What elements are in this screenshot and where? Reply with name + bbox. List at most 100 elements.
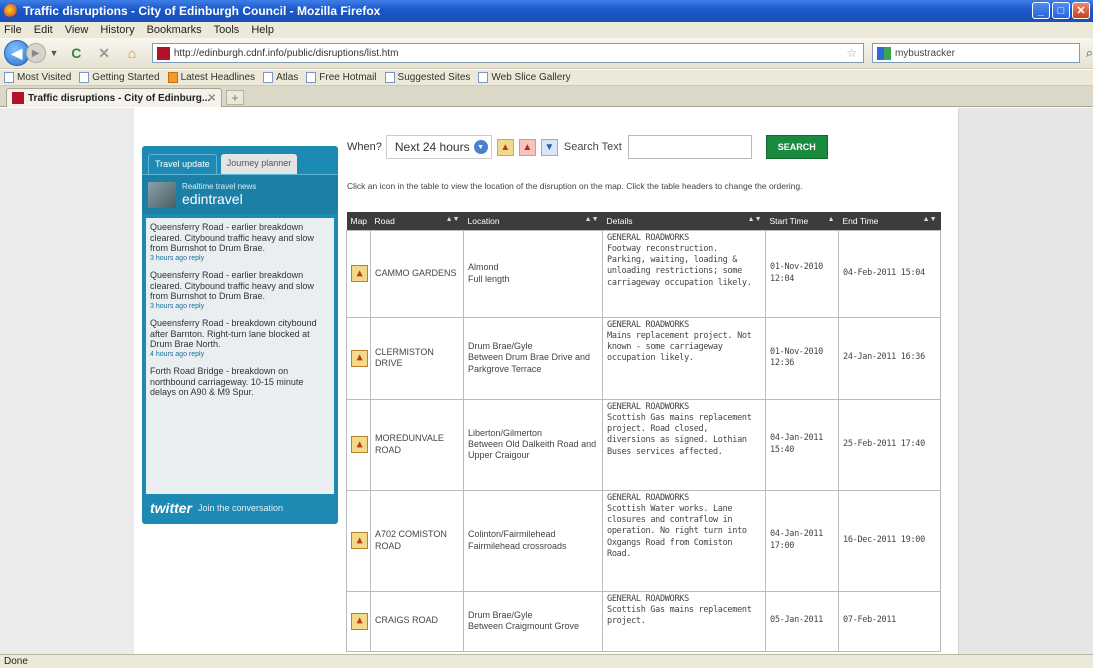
chevron-down-icon[interactable]: ▼	[473, 140, 488, 154]
menu-history[interactable]: History	[100, 24, 134, 36]
search-go-icon[interactable]: ⌕	[1086, 45, 1093, 61]
sort-icon: ▲▼	[922, 215, 937, 223]
minimize-button[interactable]: _	[1032, 2, 1050, 19]
right-margin	[958, 108, 1093, 654]
search-button[interactable]: SEARCH	[765, 135, 828, 159]
roadworks-map-icon[interactable]: ▲	[351, 436, 368, 453]
menu-bookmarks[interactable]: Bookmarks	[147, 24, 202, 36]
bookmark-free-hotmail[interactable]: Free Hotmail	[306, 72, 377, 83]
details-cell: GENERAL ROADWORKS Scottish Gas mains rep…	[602, 398, 766, 491]
tab-travel-update[interactable]: Travel update	[148, 154, 217, 174]
tweet-list[interactable]: Queensferry Road - earlier breakdown cle…	[146, 218, 334, 494]
bookmark-most-visited[interactable]: Most Visited	[4, 72, 71, 83]
header-details[interactable]: Details ▲▼	[602, 212, 766, 230]
tab-strip: Traffic disruptions - City of Edinburg..…	[0, 86, 1093, 107]
tweet-item: Queensferry Road - earlier breakdown cle…	[150, 222, 330, 264]
end-time-cell: 16-Dec-2011 19:00	[838, 489, 941, 592]
new-tab-button[interactable]: +	[226, 90, 244, 105]
search-engine-icon[interactable]	[876, 46, 891, 60]
reload-icon[interactable]: C	[67, 44, 85, 62]
end-time-cell: 04-Feb-2011 15:04	[838, 229, 941, 318]
road-cell: CRAIGS ROAD	[370, 590, 464, 652]
widget-tabs: Travel update Journey planner	[142, 146, 338, 174]
start-time-cell: 04-Jan-2011 15:40	[765, 398, 839, 491]
avatar[interactable]	[148, 181, 176, 208]
bookmark-icon	[306, 72, 317, 83]
sort-icon: ▲▼	[584, 215, 599, 223]
location-cell: Drum Brae/Gyle Between Craigmount Grove	[463, 590, 603, 652]
menu-edit[interactable]: Edit	[34, 24, 53, 36]
header-location[interactable]: Location ▲▼	[463, 212, 603, 230]
incident-filter-icon[interactable]: ▲	[518, 138, 536, 156]
roadworks-filter-icon[interactable]: ▲	[496, 138, 514, 156]
header-map[interactable]: Map	[346, 212, 371, 230]
details-cell: GENERAL ROADWORKS Footway reconstruction…	[602, 229, 766, 318]
map-cell: ▲	[346, 489, 371, 592]
tab-label: Traffic disruptions - City of Edinburg..…	[28, 92, 211, 104]
event-filter-icon[interactable]: ▼	[540, 138, 558, 156]
window-title: Traffic disruptions - City of Edinburgh …	[23, 4, 381, 18]
twitter-logo[interactable]: twitter	[150, 500, 192, 516]
bookmark-suggested-sites[interactable]: Suggested Sites	[384, 72, 470, 83]
tweet-meta[interactable]: 3 hours ago reply	[150, 302, 330, 313]
history-dropdown-icon[interactable]: ▼	[50, 48, 59, 58]
road-cell: CLERMISTON DRIVE	[370, 316, 464, 400]
end-time-cell: 07-Feb-2011	[838, 590, 941, 652]
roadworks-map-icon[interactable]: ▲	[351, 612, 368, 630]
when-label: When?	[347, 141, 382, 153]
bookmark-atlas[interactable]: Atlas	[263, 72, 298, 83]
end-time-cell: 25-Feb-2011 17:40	[838, 398, 941, 491]
details-cell: GENERAL ROADWORKS Scottish Gas mains rep…	[602, 590, 766, 652]
when-select[interactable]: Next 24 hours ▼	[385, 135, 492, 159]
bookmark-label: Atlas	[276, 72, 299, 83]
bookmark-icon	[384, 72, 395, 83]
road-cell: CAMMO GARDENS	[370, 229, 464, 318]
forward-button[interactable]: ▶	[25, 43, 46, 63]
table-row: ▲ CLERMISTON DRIVE Drum Brae/Gyle Betwee…	[346, 316, 941, 400]
sort-icon: ▲▼	[445, 215, 460, 223]
table-row: ▲ CRAIGS ROAD Drum Brae/Gyle Between Cra…	[346, 590, 941, 652]
bookmarks-toolbar: Most Visited Getting Started Latest Head…	[0, 70, 1093, 86]
close-button[interactable]: ✕	[1072, 2, 1090, 19]
menu-help[interactable]: Help	[251, 24, 274, 36]
tab-traffic-disruptions[interactable]: Traffic disruptions - City of Edinburg..…	[6, 88, 222, 107]
bookmark-star-icon[interactable]: ☆	[846, 46, 857, 60]
search-box[interactable]: mybustracker	[871, 43, 1080, 63]
stop-icon[interactable]: ✕	[95, 44, 113, 62]
menu-view[interactable]: View	[65, 24, 89, 36]
navigation-toolbar: ◀ ▶ ▼ C ✕ ⌂ http://edinburgh.cdnf.info/p…	[0, 38, 1093, 69]
maximize-button[interactable]: □	[1052, 2, 1070, 19]
header-end-time[interactable]: End Time ▲▼	[838, 212, 941, 230]
roadworks-map-icon[interactable]: ▲	[351, 532, 368, 549]
tweet-meta[interactable]: 4 hours ago reply	[150, 350, 330, 361]
home-icon[interactable]: ⌂	[123, 44, 141, 62]
tab-journey-planner[interactable]: Journey planner	[220, 154, 298, 174]
menu-file[interactable]: File	[4, 24, 22, 36]
table-row: ▲ MOREDUNVALE ROAD Liberton/Gilmerton Be…	[346, 398, 941, 491]
bookmark-label: Latest Headlines	[180, 72, 256, 83]
tweet-item: Queensferry Road - breakdown citybound a…	[150, 318, 330, 360]
widget-footer: twitter Join the conversation	[142, 494, 338, 522]
roadworks-map-icon[interactable]: ▲	[351, 349, 368, 367]
header-start-time[interactable]: Start Time ▲	[765, 212, 839, 230]
start-time-cell: 05-Jan-2011	[765, 590, 839, 652]
sort-icon: ▲▼	[747, 215, 762, 223]
address-bar[interactable]: http://edinburgh.cdnf.info/public/disrup…	[151, 43, 864, 63]
widget-username[interactable]: edintravel	[182, 191, 256, 207]
status-text: Done	[4, 656, 28, 667]
bookmark-latest-headlines[interactable]: Latest Headlines	[167, 72, 256, 83]
bookmark-getting-started[interactable]: Getting Started	[79, 72, 160, 83]
menu-tools[interactable]: Tools	[214, 24, 240, 36]
filter-controls: When? Next 24 hours ▼ ▲ ▲ ▼ Search Text …	[347, 132, 828, 162]
search-text-input[interactable]	[627, 135, 752, 159]
tab-close-icon[interactable]: ✕	[208, 93, 216, 104]
roadworks-map-icon[interactable]: ▲	[351, 265, 368, 282]
table-header-row: Map Road ▲▼ Location ▲▼ Details ▲▼ Start Ti…	[346, 212, 941, 230]
tweet-text: Queensferry Road - earlier breakdown cle…	[150, 270, 314, 301]
header-label: End Time	[842, 215, 879, 226]
bookmark-icon	[263, 72, 274, 83]
tweet-meta[interactable]: 3 hours ago reply	[150, 254, 330, 265]
join-conversation-link[interactable]: Join the conversation	[198, 503, 283, 513]
bookmark-web-slice-gallery[interactable]: Web Slice Gallery	[478, 72, 571, 83]
header-road[interactable]: Road ▲▼	[370, 212, 464, 230]
